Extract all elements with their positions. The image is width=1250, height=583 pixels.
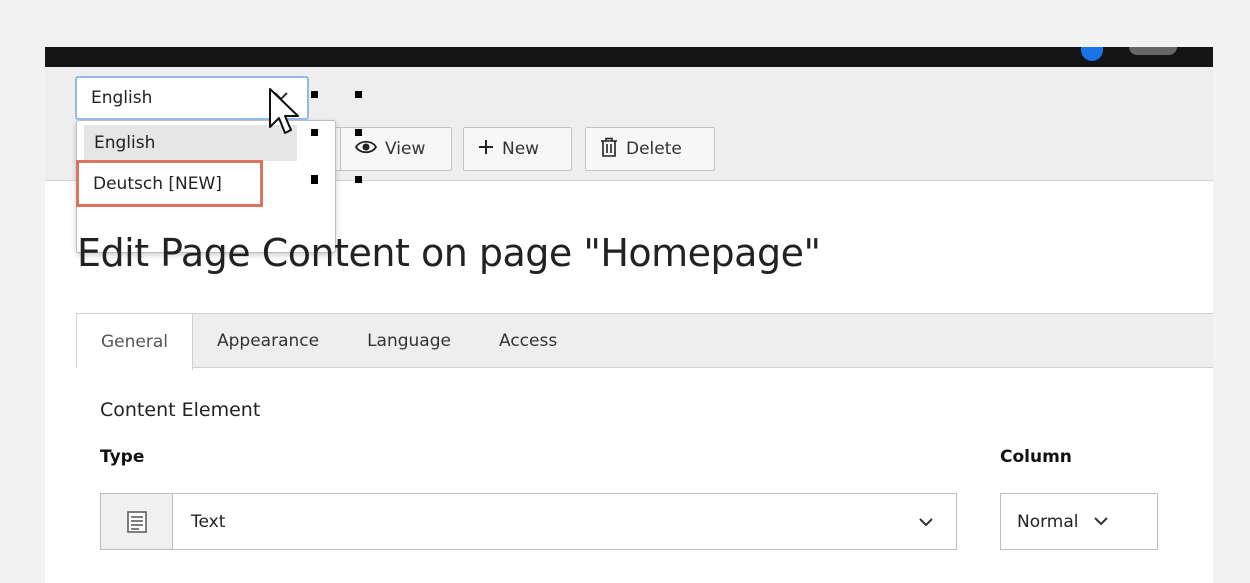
resize-handle xyxy=(311,91,318,98)
mouse-cursor-icon xyxy=(269,88,299,134)
avatar[interactable] xyxy=(1129,47,1177,55)
notification-badge[interactable] xyxy=(1081,47,1103,61)
resize-handle xyxy=(355,176,362,183)
language-select-value: English xyxy=(91,88,153,108)
language-option-label: Deutsch [NEW] xyxy=(93,173,222,194)
resize-handle xyxy=(355,91,362,98)
language-option-label: English xyxy=(94,133,156,153)
column-label: Column xyxy=(1000,447,1072,467)
trash-icon xyxy=(600,137,618,162)
section-title: Content Element xyxy=(100,399,261,421)
type-select[interactable]: Text xyxy=(100,493,957,550)
language-option-english[interactable]: English xyxy=(84,125,297,161)
chevron-down-icon xyxy=(1093,512,1109,532)
language-option-deutsch[interactable]: Deutsch [NEW] xyxy=(76,160,263,207)
delete-button-label: Delete xyxy=(626,139,682,159)
page-title: Edit Page Content on page "Homepage" xyxy=(77,231,821,275)
view-button-label: View xyxy=(385,139,426,159)
new-button-label: New xyxy=(502,139,540,159)
type-select-value: Text xyxy=(191,511,226,532)
tab-language[interactable]: Language xyxy=(343,314,475,367)
column-select-value: Normal xyxy=(1017,511,1079,532)
resize-handle xyxy=(355,129,362,136)
tab-access[interactable]: Access xyxy=(475,314,581,367)
eye-icon xyxy=(354,139,378,160)
column-select[interactable]: Normal xyxy=(1000,493,1158,550)
top-bar xyxy=(45,47,1213,67)
tab-bar: General Appearance Language Access xyxy=(76,313,1213,370)
type-label: Type xyxy=(100,447,145,467)
plus-icon xyxy=(478,139,494,160)
backend-frame: e View New Delete English English Deutsc… xyxy=(45,47,1213,583)
new-button[interactable]: New xyxy=(463,127,572,171)
text-element-icon xyxy=(101,494,173,549)
tab-appearance[interactable]: Appearance xyxy=(193,314,343,367)
chevron-down-icon xyxy=(896,494,956,549)
resize-handle xyxy=(311,129,318,136)
tab-general[interactable]: General xyxy=(77,314,193,370)
delete-button[interactable]: Delete xyxy=(585,127,715,171)
resize-handle xyxy=(311,176,318,183)
